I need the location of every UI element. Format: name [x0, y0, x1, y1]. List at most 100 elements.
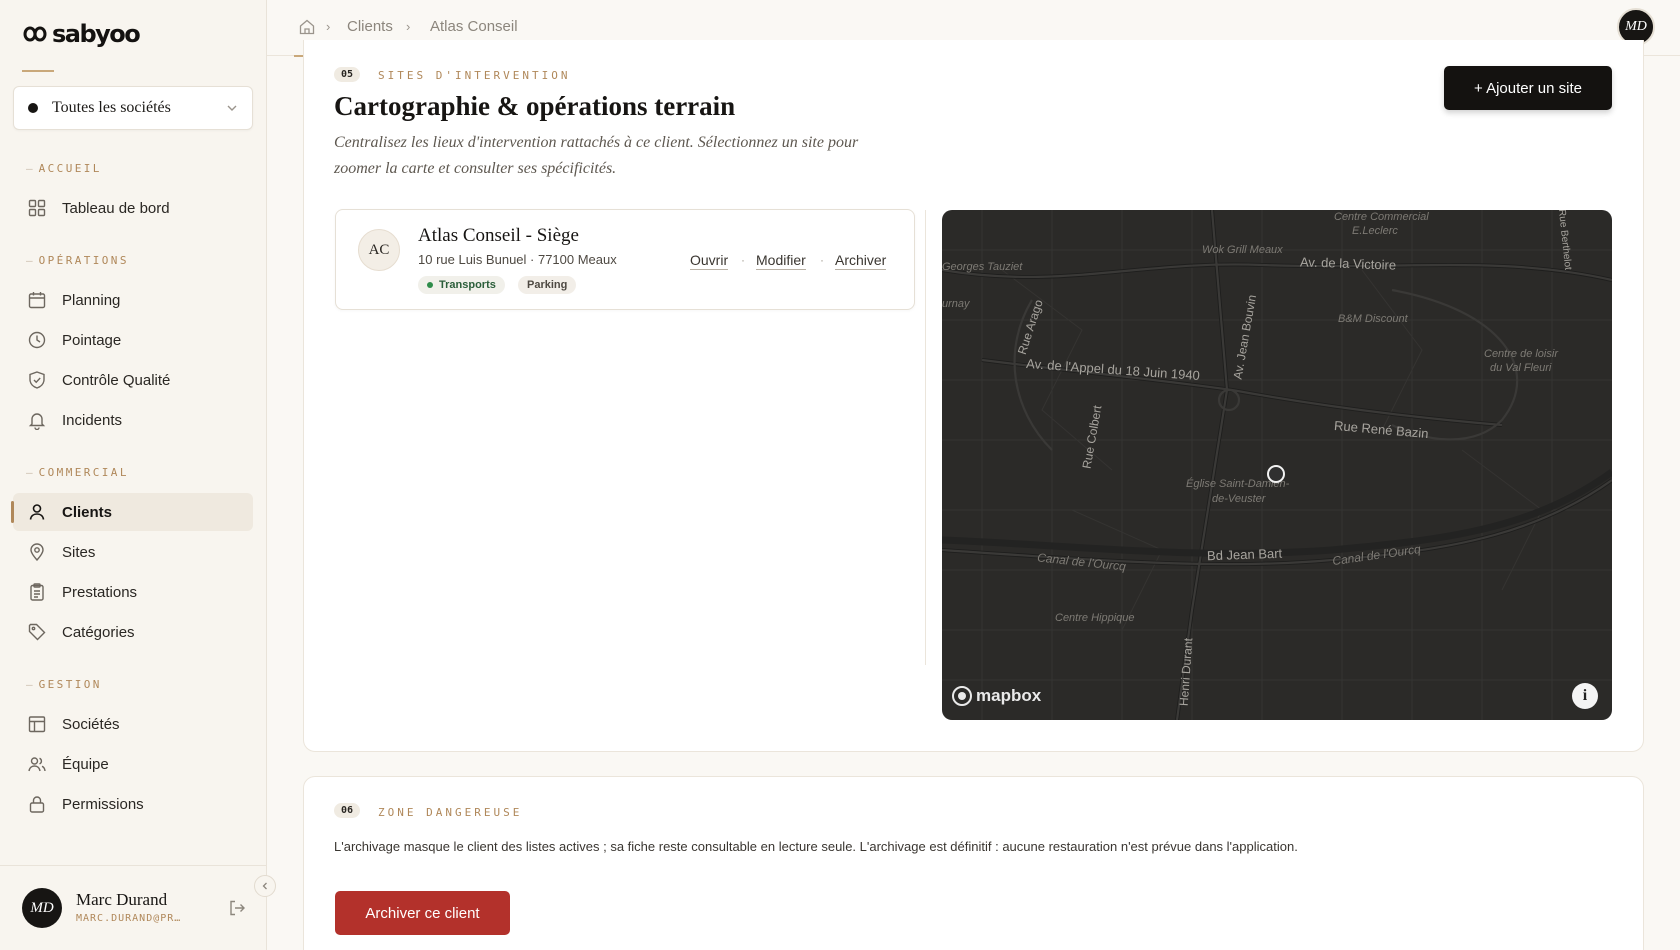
sidebar-item-label: Incidents	[62, 411, 123, 429]
site-tag-parking: Parking	[518, 276, 577, 294]
logout-icon[interactable]	[227, 898, 247, 918]
grid-icon	[27, 198, 47, 218]
home-icon[interactable]	[298, 18, 316, 36]
map-label: urnay	[942, 298, 970, 310]
sidebar-item-label: Prestations	[62, 583, 138, 601]
info-icon[interactable]: i	[1572, 683, 1598, 709]
map-view[interactable]: Centre Commercial E.Leclerc Wok Grill Me…	[942, 210, 1612, 720]
map-label: Centre Hippique	[1055, 612, 1135, 624]
site-marker[interactable]	[1267, 465, 1285, 483]
brand-logo[interactable]: sabyoo	[22, 20, 141, 48]
user-email: MARC.DURAND@PR…	[76, 913, 182, 924]
sidebar-item-sites[interactable]: Sites	[13, 533, 253, 571]
sidebar-item-pointage[interactable]: Pointage	[13, 321, 253, 359]
sidebar-item-clients[interactable]: Clients	[11, 493, 253, 531]
section-number: 06	[334, 803, 361, 818]
status-dot-icon	[427, 282, 433, 288]
section-title: Cartographie & opérations terrain	[334, 91, 736, 121]
calendar-icon	[27, 290, 47, 310]
map-label: de-Veuster	[1212, 493, 1266, 505]
map-label: du Val Fleuri	[1490, 362, 1552, 374]
archive-client-button[interactable]: Archiver ce client	[335, 891, 510, 935]
breadcrumb-clients[interactable]: Clients	[347, 18, 393, 35]
nav-section-accueil: — ACCUEIL	[26, 162, 102, 175]
sidebar-item-label: Pointage	[62, 331, 122, 349]
lock-icon	[27, 794, 47, 814]
sidebar-item-dashboard[interactable]: Tableau de bord	[13, 189, 253, 227]
mapbox-logo: mapbox	[952, 686, 1041, 706]
company-select-label: Toutes les sociétés	[52, 99, 171, 116]
nav-section-commercial: — COMMERCIAL	[26, 466, 129, 479]
building-icon	[27, 714, 47, 734]
site-tag-transports: Transports	[418, 276, 505, 294]
map-label: B&M Discount	[1338, 313, 1408, 325]
brand-name: sabyoo	[52, 20, 141, 48]
sidebar-item-quality[interactable]: Contrôle Qualité	[13, 361, 253, 399]
section-description: Centralisez les lieux d'intervention rat…	[334, 134, 859, 177]
sidebar-item-label: Équipe	[62, 755, 109, 773]
mapbox-wordmark: mapbox	[976, 686, 1042, 705]
clipboard-icon	[27, 582, 47, 602]
map-label: Centre Commercial	[1334, 211, 1429, 223]
breadcrumb-current: Atlas Conseil	[430, 18, 518, 35]
chevron-left-icon	[262, 882, 267, 890]
column-divider	[925, 210, 926, 665]
map-label: Georges Tauziet	[942, 261, 1023, 273]
tag-icon	[27, 622, 47, 642]
danger-description: L'archivage masque le client des listes …	[334, 839, 1298, 854]
site-name: Atlas Conseil - Siège	[418, 225, 579, 246]
map-label: E.Leclerc	[1352, 225, 1398, 237]
logo-mark-icon	[23, 26, 47, 42]
user-panel: MD Marc Durand MARC.DURAND@PR…	[0, 865, 267, 950]
logo-underline	[22, 70, 54, 72]
sidebar-item-prestations[interactable]: Prestations	[13, 573, 253, 611]
chevron-down-icon	[227, 105, 237, 111]
site-address: 10 rue Luis Bunuel · 77100 Meaux	[418, 252, 617, 267]
site-edit-link[interactable]: Modifier	[756, 252, 806, 270]
sidebar-item-label: Tableau de bord	[62, 199, 170, 217]
site-archive-link[interactable]: Archiver	[835, 252, 887, 270]
sidebar-item-label: Sociétés	[62, 715, 120, 733]
shield-check-icon	[27, 370, 47, 390]
bell-icon	[27, 410, 47, 430]
sidebar-item-label: Catégories	[62, 623, 135, 641]
site-open-link[interactable]: Ouvrir	[690, 252, 729, 270]
mapbox-logo-icon	[952, 686, 972, 706]
sidebar-item-label: Permissions	[62, 795, 144, 813]
sidebar-item-equipe[interactable]: Équipe	[13, 745, 253, 783]
sidebar-item-label: Contrôle Qualité	[62, 371, 171, 389]
company-dot-icon	[28, 103, 38, 113]
map-label: Bd Jean Bart	[1206, 545, 1283, 564]
site-card[interactable]: AC Atlas Conseil - Siège 10 rue Luis Bun…	[335, 209, 915, 310]
breadcrumb-separator: ›	[326, 19, 331, 34]
app-root: sabyoo Toutes les sociétés — ACCUEIL Tabl…	[0, 0, 1680, 950]
sidebar-item-label: Clients	[62, 503, 113, 521]
sidebar: sabyoo Toutes les sociétés — ACCUEIL Tabl…	[0, 0, 267, 950]
sidebar-item-categories[interactable]: Catégories	[13, 613, 253, 651]
map-label: Wok Grill Meaux	[1202, 244, 1283, 256]
breadcrumb-separator: ›	[406, 19, 411, 34]
user-avatar[interactable]: MD	[22, 888, 62, 928]
clock-icon	[27, 330, 47, 350]
sidebar-item-planning[interactable]: Planning	[13, 281, 253, 319]
company-select[interactable]: Toutes les sociétés	[13, 86, 253, 130]
user-icon	[27, 502, 47, 522]
sidebar-collapse-button[interactable]	[254, 875, 276, 897]
section-label: SITES D'INTERVENTION	[378, 69, 571, 82]
user-name: Marc Durand	[76, 890, 168, 909]
site-avatar: AC	[358, 229, 400, 271]
section-number: 05	[334, 67, 361, 82]
action-separator: ·	[741, 253, 745, 267]
sidebar-item-incidents[interactable]: Incidents	[13, 401, 253, 439]
section-label: ZONE DANGEREUSE	[378, 806, 523, 819]
sidebar-item-label: Sites	[62, 543, 96, 561]
users-icon	[27, 754, 47, 774]
map-label: Centre de loisir	[1484, 348, 1558, 360]
map-pin-icon	[27, 542, 47, 562]
sidebar-item-societes[interactable]: Sociétés	[13, 705, 253, 743]
add-site-button[interactable]: + Ajouter un site	[1444, 66, 1612, 110]
sidebar-item-label: Planning	[62, 291, 121, 309]
sidebar-item-permissions[interactable]: Permissions	[13, 785, 253, 823]
action-separator: ·	[820, 253, 824, 267]
nav-section-operations: — OPÉRATIONS	[26, 254, 129, 267]
